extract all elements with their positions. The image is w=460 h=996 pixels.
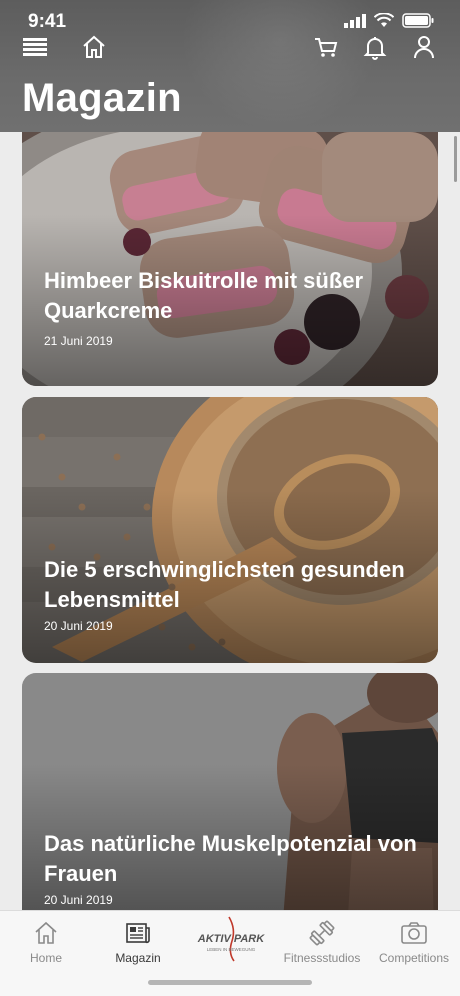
article-title: Die 5 erschwinglichsten gesunden Lebensm… <box>44 557 405 612</box>
article-card[interactable]: Das natürliche Muskelpotenzial von Fraue… <box>22 673 438 910</box>
article-card[interactable]: Himbeer Biskuitrolle mit süßer Quarkcrem… <box>22 132 438 386</box>
svg-text:LEBEN IN BEWEGUNG: LEBEN IN BEWEGUNG <box>207 947 256 952</box>
app-header: 9:41 Magazin <box>0 0 460 132</box>
wifi-icon <box>374 13 394 27</box>
tab-magazin[interactable]: Magazin <box>92 911 184 973</box>
newspaper-icon <box>126 923 150 944</box>
tab-label: Magazin <box>115 951 161 965</box>
dumbbell-icon <box>309 920 335 946</box>
magazin-screen: 9:41 Magazin Himbeer Biskuitrolle mit sü… <box>0 0 460 996</box>
tab-home[interactable]: Home <box>0 911 92 973</box>
article-title: Himbeer Biskuitrolle mit süßer Quarkcrem… <box>44 268 364 323</box>
signal-icon <box>344 13 366 28</box>
camera-icon <box>401 922 427 944</box>
article-date: 21 Juni 2019 <box>44 334 113 348</box>
home-tab-icon <box>35 921 57 944</box>
aktivpark-logo-mark: AKTIV PARK LEBEN IN BEWEGUNG <box>197 916 265 962</box>
status-icons <box>344 13 434 28</box>
article-date: 20 Juni 2019 <box>44 893 113 907</box>
tab-label: Fitnessstudios <box>283 951 361 965</box>
bell-icon[interactable] <box>362 34 388 60</box>
tab-label: Competitions <box>378 951 450 965</box>
article-title: Das natürliche Muskelpotenzial von Fraue… <box>44 831 417 886</box>
user-icon[interactable] <box>411 34 437 60</box>
menu-icon[interactable] <box>22 34 48 60</box>
home-indicator[interactable] <box>148 980 312 985</box>
tab-fitnessstudios[interactable]: Fitnessstudios <box>276 911 368 973</box>
home-icon[interactable] <box>81 34 107 60</box>
scrollbar[interactable] <box>454 136 457 182</box>
status-time: 9:41 <box>28 11 67 32</box>
article-list: Himbeer Biskuitrolle mit süßer Quarkcrem… <box>0 132 460 910</box>
cart-icon[interactable] <box>313 34 339 60</box>
tab-competitions[interactable]: Competitions <box>368 911 460 973</box>
page-title: Magazin <box>22 76 182 120</box>
article-date: 20 Juni 2019 <box>44 619 113 633</box>
article-card[interactable]: Die 5 erschwinglichsten gesunden Lebensm… <box>22 397 438 663</box>
svg-text:AKTIV PARK: AKTIV PARK <box>197 933 265 945</box>
aktivpark-logo[interactable]: AKTIV PARK LEBEN IN BEWEGUNG <box>192 915 270 963</box>
tab-label: Home <box>29 951 62 965</box>
battery-icon <box>402 13 434 28</box>
